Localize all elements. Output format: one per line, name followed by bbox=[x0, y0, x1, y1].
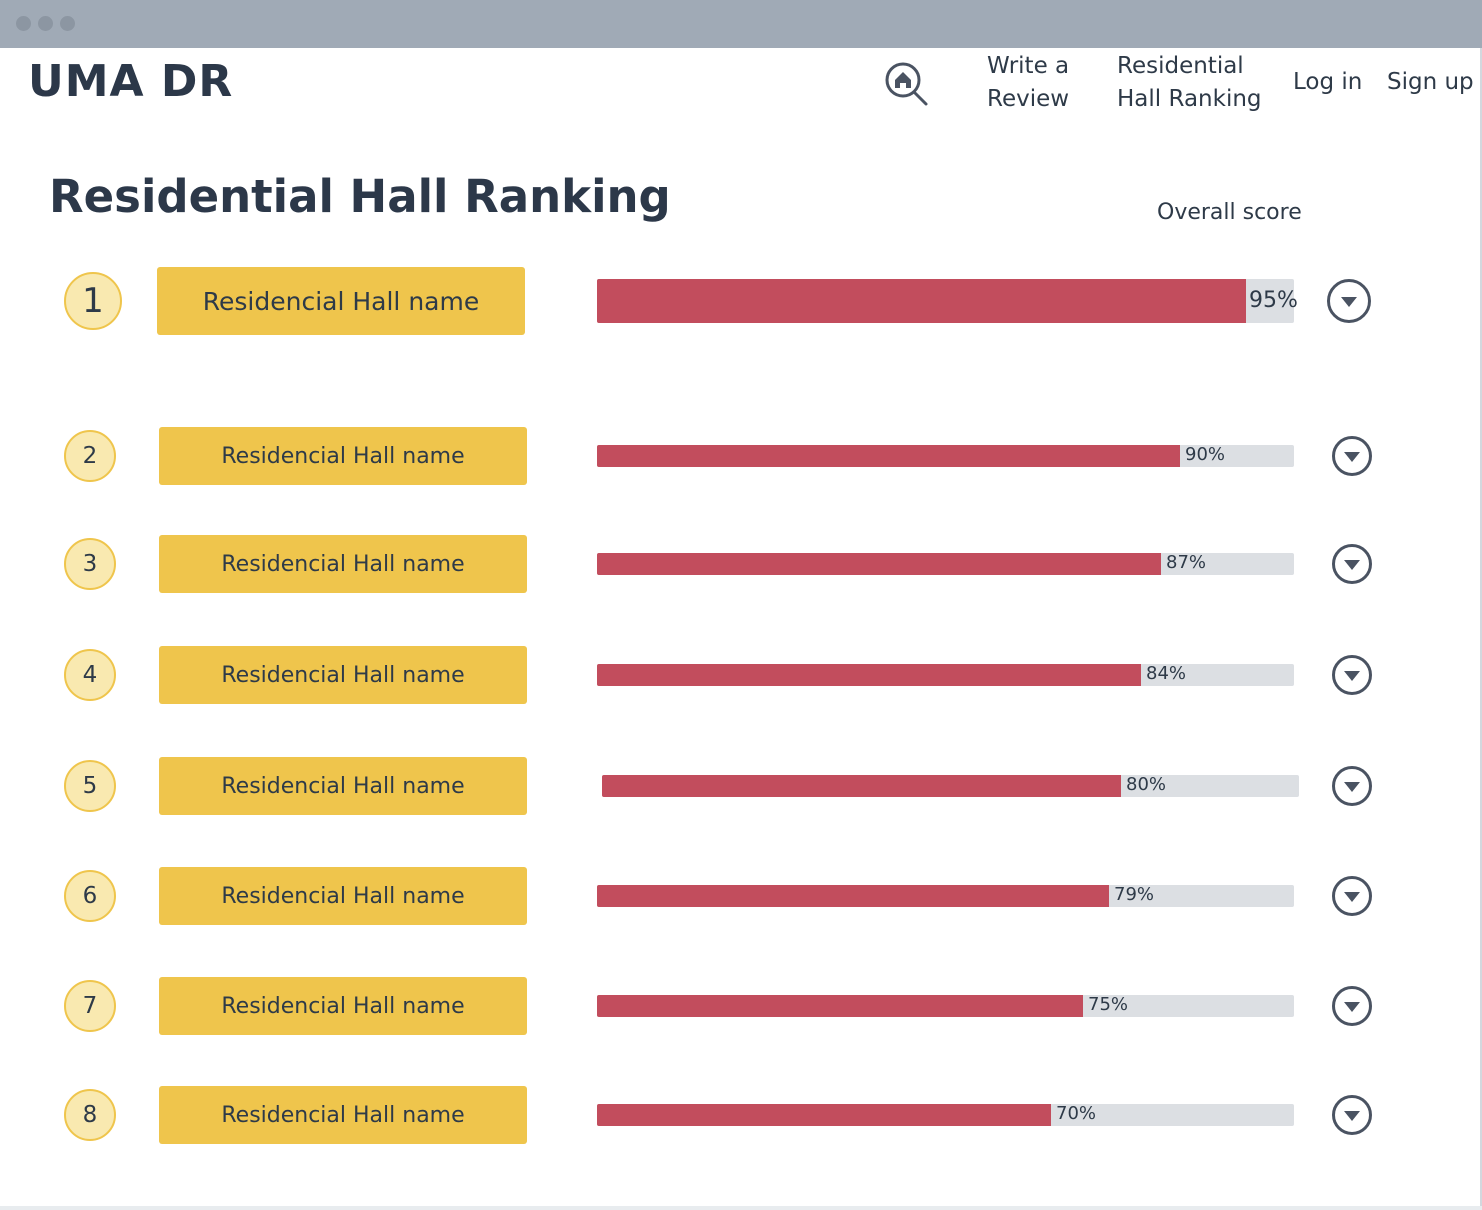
overall-score-value: 90% bbox=[1185, 444, 1226, 465]
overall-score-bar: 75% bbox=[597, 994, 1294, 1017]
nav-hall-ranking-line-2: Hall Ranking bbox=[1117, 86, 1262, 112]
nav-write-review-line-1: Write a bbox=[987, 53, 1070, 79]
overall-score-label: Overall score bbox=[1157, 200, 1302, 225]
expand-row-chevron-icon[interactable] bbox=[1332, 655, 1372, 695]
overall-score-bar-fill bbox=[597, 885, 1109, 907]
expand-row-chevron-icon[interactable] bbox=[1327, 279, 1371, 323]
rank-number-badge: 3 bbox=[64, 538, 116, 590]
site-logo[interactable]: UMA DR bbox=[28, 56, 233, 107]
page-bottom-edge bbox=[0, 1206, 1482, 1210]
hall-name-button[interactable]: Residencial Hall name bbox=[159, 1086, 527, 1144]
nav-log-in[interactable]: Log in bbox=[1293, 66, 1362, 99]
overall-score-value: 79% bbox=[1114, 884, 1155, 905]
hall-name-button[interactable]: Residencial Hall name bbox=[159, 427, 527, 485]
expand-row-chevron-icon[interactable] bbox=[1332, 1095, 1372, 1135]
overall-score-bar: 70% bbox=[597, 1103, 1294, 1126]
hall-name-button[interactable]: Residencial Hall name bbox=[159, 867, 527, 925]
overall-score-bar-fill bbox=[597, 664, 1141, 686]
expand-row-chevron-icon[interactable] bbox=[1332, 766, 1372, 806]
expand-row-chevron-icon[interactable] bbox=[1332, 876, 1372, 916]
overall-score-bar: 80% bbox=[602, 774, 1299, 797]
overall-score-bar: 87% bbox=[597, 552, 1294, 575]
overall-score-value: 75% bbox=[1088, 994, 1129, 1015]
overall-score-value: 87% bbox=[1166, 552, 1207, 573]
overall-score-bar: 84% bbox=[597, 663, 1294, 686]
overall-score-value: 70% bbox=[1056, 1103, 1097, 1124]
expand-row-chevron-icon[interactable] bbox=[1332, 986, 1372, 1026]
rank-number-badge: 2 bbox=[64, 430, 116, 482]
hall-name-button[interactable]: Residencial Hall name bbox=[159, 977, 527, 1035]
nav-sign-up[interactable]: Sign up bbox=[1387, 66, 1474, 99]
overall-score-bar: 95% bbox=[597, 279, 1298, 323]
overall-score-bar-fill bbox=[597, 995, 1083, 1017]
hall-name-button[interactable]: Residencial Hall name bbox=[159, 535, 527, 593]
rank-number-badge: 7 bbox=[64, 980, 116, 1032]
hall-name-button[interactable]: Residencial Hall name bbox=[159, 646, 527, 704]
window-minimize-dot[interactable] bbox=[38, 16, 53, 31]
overall-score-bar-fill bbox=[597, 1104, 1051, 1126]
rank-number-badge: 5 bbox=[64, 760, 116, 812]
nav-write-review[interactable]: Write a Review bbox=[987, 50, 1069, 116]
expand-row-chevron-icon[interactable] bbox=[1332, 544, 1372, 584]
window-maximize-dot[interactable] bbox=[60, 16, 75, 31]
overall-score-bar: 90% bbox=[597, 444, 1294, 467]
nav-hall-ranking-line-1: Residential bbox=[1117, 53, 1244, 79]
overall-score-value: 95% bbox=[1249, 288, 1298, 313]
overall-score-value: 84% bbox=[1146, 663, 1187, 684]
hall-name-button[interactable]: Residencial Hall name bbox=[159, 757, 527, 815]
overall-score-bar-fill bbox=[597, 279, 1246, 323]
home-search-icon[interactable] bbox=[882, 60, 930, 108]
nav-write-review-line-2: Review bbox=[987, 86, 1070, 112]
rank-number-badge: 1 bbox=[64, 272, 122, 330]
rank-number-badge: 6 bbox=[64, 870, 116, 922]
window-title-bar bbox=[0, 0, 1482, 48]
rank-number-badge: 4 bbox=[64, 649, 116, 701]
overall-score-bar-fill bbox=[597, 553, 1161, 575]
page-title: Residential Hall Ranking bbox=[49, 170, 671, 223]
window-close-dot[interactable] bbox=[16, 16, 31, 31]
expand-row-chevron-icon[interactable] bbox=[1332, 436, 1372, 476]
overall-score-bar: 79% bbox=[597, 884, 1294, 907]
hall-name-button[interactable]: Residencial Hall name bbox=[157, 267, 525, 335]
overall-score-value: 80% bbox=[1126, 774, 1167, 795]
overall-score-bar-fill bbox=[597, 445, 1180, 467]
overall-score-bar-fill bbox=[602, 775, 1121, 797]
rank-number-badge: 8 bbox=[64, 1089, 116, 1141]
nav-hall-ranking[interactable]: Residential Hall Ranking bbox=[1117, 50, 1262, 116]
